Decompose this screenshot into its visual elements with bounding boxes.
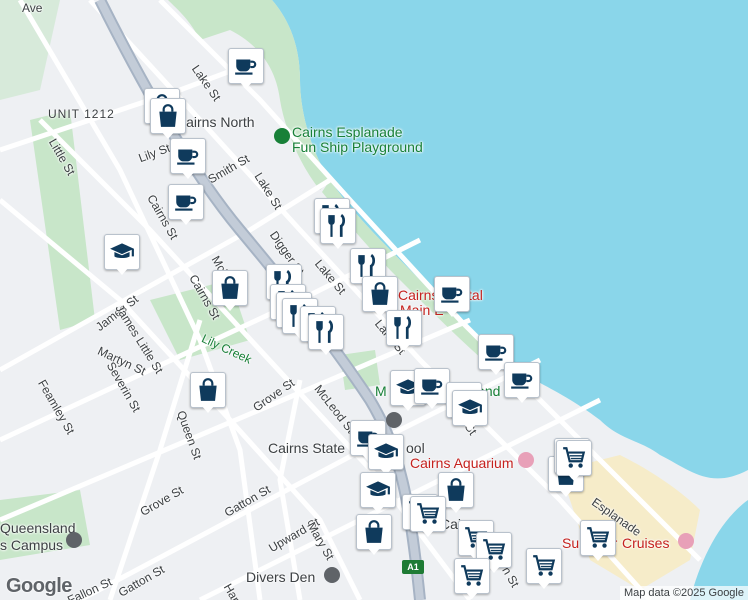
- cruise-pin-icon[interactable]: [678, 533, 694, 549]
- marker-tip: [489, 367, 503, 375]
- map-marker-supermarket[interactable]: [556, 440, 592, 484]
- school-icon[interactable]: [452, 390, 488, 426]
- map-marker-shopping[interactable]: [356, 514, 392, 558]
- marker-tip: [515, 395, 529, 403]
- restaurant-icon[interactable]: [386, 310, 422, 346]
- map-canvas[interactable]: Ave UNIT 1212 Cairns North Lake St Littl…: [0, 0, 748, 600]
- marker-tip: [425, 401, 439, 409]
- divers-pin-icon[interactable]: [324, 567, 340, 583]
- restaurant-icon[interactable]: [308, 314, 344, 350]
- bag-icon[interactable]: [190, 372, 226, 408]
- marker-tip: [401, 403, 415, 411]
- marker-tip: [181, 171, 195, 179]
- map-marker-supermarket[interactable]: [526, 548, 562, 592]
- map-marker-cafe[interactable]: [414, 368, 450, 412]
- map-marker-cafe[interactable]: [168, 184, 204, 228]
- marker-tip: [567, 473, 581, 481]
- poi-mcleod-park[interactable]: M: [375, 383, 387, 399]
- marker-tip: [367, 547, 381, 555]
- map-marker-cafe[interactable]: [228, 48, 264, 92]
- school-icon[interactable]: [360, 472, 396, 508]
- poi-esplanade-playground-line2[interactable]: Fun Ship Playground: [292, 139, 423, 155]
- cafe-icon[interactable]: [228, 48, 264, 84]
- map-marker-restaurant[interactable]: [320, 208, 356, 252]
- poi-cairns-aquarium[interactable]: Cairns Aquarium: [410, 455, 514, 471]
- map-marker-cafe[interactable]: [170, 138, 206, 182]
- marker-tip: [397, 343, 411, 351]
- school-icon[interactable]: [104, 234, 140, 270]
- map-marker-school[interactable]: [452, 390, 488, 434]
- cafe-icon[interactable]: [504, 362, 540, 398]
- street-label-ave: Ave: [22, 1, 43, 15]
- bag-icon[interactable]: [212, 270, 248, 306]
- marker-tip: [463, 423, 477, 431]
- area-label-campus: s Campus: [0, 537, 64, 553]
- suburb-label-cairns-north: Cairns North: [176, 114, 255, 130]
- marker-tip: [449, 505, 463, 513]
- map-marker-shopping[interactable]: [150, 98, 186, 142]
- marker-tip: [201, 405, 215, 413]
- poi-divers-den[interactable]: Divers Den: [246, 569, 315, 585]
- bag-icon[interactable]: [362, 276, 398, 312]
- area-label-queensland: Queensland: [0, 520, 76, 536]
- cart-icon[interactable]: [454, 558, 490, 594]
- google-logo: Google: [6, 575, 72, 597]
- bag-icon[interactable]: [356, 514, 392, 550]
- school-pin-icon[interactable]: [386, 412, 402, 428]
- cart-icon[interactable]: [526, 548, 562, 584]
- poi-cruises[interactable]: Cruises: [622, 535, 669, 551]
- marker-tip: [223, 303, 237, 311]
- map-attribution[interactable]: Map data ©2025 Google: [619, 586, 748, 600]
- cart-icon[interactable]: [556, 440, 592, 476]
- marker-tip: [559, 489, 573, 497]
- poi-esplanade-playground-line1[interactable]: Cairns Esplanade: [292, 124, 403, 140]
- map-marker-shopping[interactable]: [190, 372, 226, 416]
- park-pin-icon[interactable]: [274, 128, 290, 144]
- map-marker-supermarket[interactable]: [580, 520, 616, 564]
- marker-tip: [115, 267, 129, 275]
- marker-tip: [373, 309, 387, 317]
- marker-tip: [319, 347, 333, 355]
- cart-icon[interactable]: [410, 496, 446, 532]
- poi-school[interactable]: ool: [406, 440, 425, 456]
- marker-tip: [445, 309, 459, 317]
- marker-tip: [591, 553, 605, 561]
- restaurant-icon[interactable]: [320, 208, 356, 244]
- marker-tip: [331, 241, 345, 249]
- cafe-icon[interactable]: [414, 368, 450, 404]
- map-marker-supermarket[interactable]: [454, 558, 490, 600]
- aquarium-pin-icon[interactable]: [518, 452, 534, 468]
- marker-tip: [179, 217, 193, 225]
- cart-icon[interactable]: [580, 520, 616, 556]
- cafe-icon[interactable]: [168, 184, 204, 220]
- map-marker-school[interactable]: [360, 472, 396, 516]
- map-marker-supermarket[interactable]: [410, 496, 446, 540]
- map-marker-restaurant[interactable]: [386, 310, 422, 354]
- marker-tip: [465, 591, 479, 599]
- unit-label: UNIT 1212: [48, 107, 115, 121]
- bag-icon[interactable]: [150, 98, 186, 134]
- cafe-icon[interactable]: [434, 276, 470, 312]
- map-marker-cafe[interactable]: [504, 362, 540, 406]
- map-marker-shopping[interactable]: [212, 270, 248, 314]
- campus-pin-icon[interactable]: [66, 532, 82, 548]
- marker-tip: [239, 81, 253, 89]
- route-shield: A1: [402, 560, 424, 574]
- school-icon[interactable]: [368, 434, 404, 470]
- poi-cairns-state[interactable]: Cairns State: [268, 440, 345, 456]
- marker-tip: [371, 505, 385, 513]
- marker-tip: [537, 581, 551, 589]
- map-marker-cafe[interactable]: [434, 276, 470, 320]
- map-marker-school[interactable]: [104, 234, 140, 278]
- marker-tip: [421, 529, 435, 537]
- cafe-icon[interactable]: [170, 138, 206, 174]
- map-marker-restaurant[interactable]: [308, 314, 344, 358]
